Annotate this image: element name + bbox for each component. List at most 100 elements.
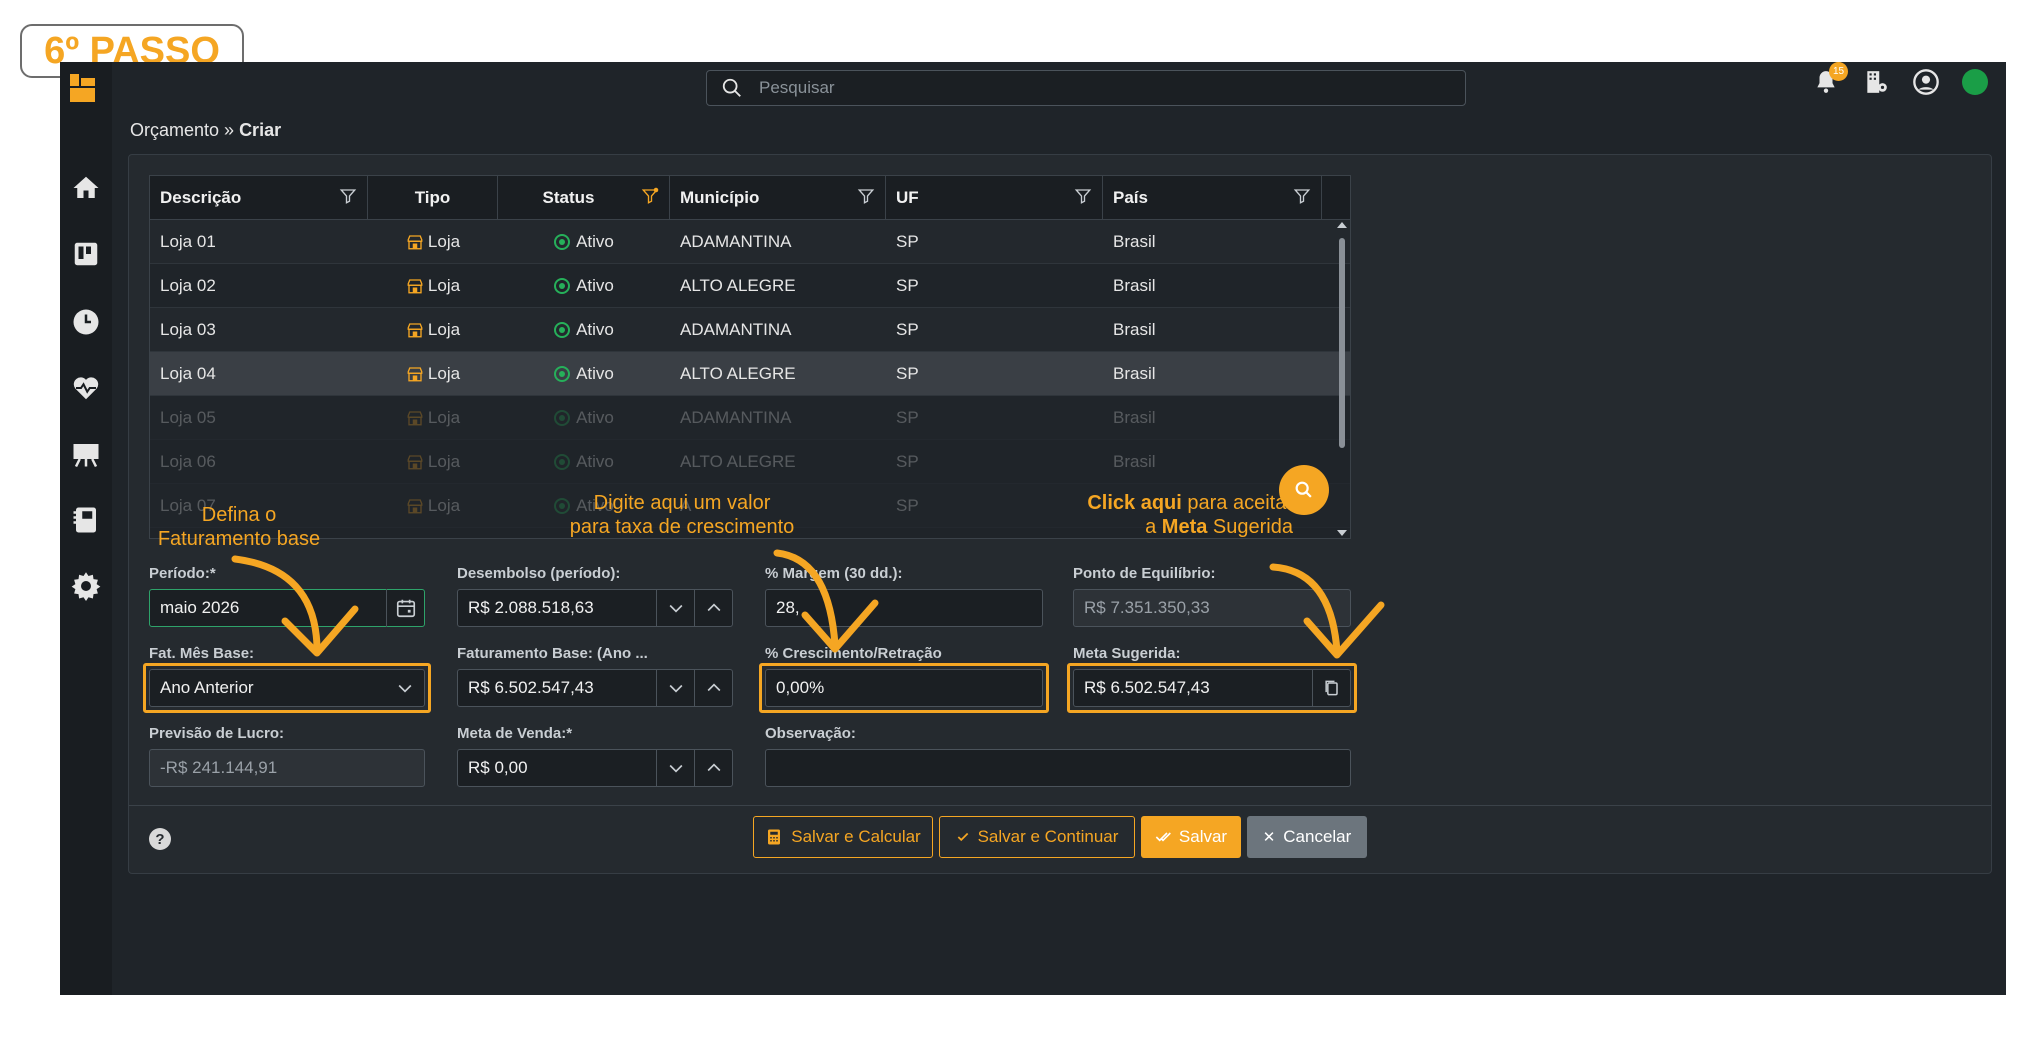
annotation-arrow-faturamento bbox=[231, 555, 359, 657]
cell-uf: SP bbox=[896, 407, 919, 427]
cell-tipo: Loja bbox=[368, 352, 498, 395]
previsao-lucro-field: -R$ 241.144,91 bbox=[149, 749, 425, 787]
cell-pais: Brasil bbox=[1113, 319, 1156, 339]
form-footer: ? Salvar e Calcular Salvar e Continuar S… bbox=[129, 805, 1991, 873]
help-button[interactable]: ? bbox=[149, 828, 171, 850]
grid-scrollbar[interactable] bbox=[1336, 222, 1348, 536]
scrollbar-thumb[interactable] bbox=[1339, 238, 1345, 448]
cell-descricao: Loja 04 bbox=[160, 363, 216, 383]
building-settings-icon[interactable] bbox=[1862, 68, 1890, 96]
desembolso-value[interactable]: R$ 2.088.518,63 bbox=[458, 598, 656, 618]
cell-municipio: ADAMANTINA bbox=[680, 231, 792, 251]
cell-uf: SP bbox=[896, 451, 919, 471]
decrement-button[interactable] bbox=[656, 749, 694, 787]
meta-venda-field[interactable]: R$ 0,00 bbox=[457, 749, 733, 787]
cell-descricao: Loja 05 bbox=[160, 407, 216, 427]
meta-venda-value[interactable]: R$ 0,00 bbox=[458, 758, 656, 778]
store-icon bbox=[407, 498, 423, 513]
cell-tipo: Loja bbox=[368, 220, 498, 263]
desembolso-field[interactable]: R$ 2.088.518,63 bbox=[457, 589, 733, 627]
cell-municipio: ALTO ALEGRE bbox=[680, 451, 796, 471]
cell-pais: Brasil bbox=[1113, 363, 1156, 383]
column-header-uf[interactable]: UF bbox=[886, 176, 1103, 219]
search-box[interactable] bbox=[706, 70, 1466, 106]
store-icon bbox=[407, 410, 423, 425]
home-icon[interactable] bbox=[70, 172, 102, 204]
active-status-icon bbox=[554, 233, 571, 250]
sidebar bbox=[60, 62, 112, 995]
cell-municipio: ALTO ALEGRE bbox=[680, 363, 796, 383]
increment-button[interactable] bbox=[694, 589, 732, 627]
active-status-icon bbox=[554, 365, 571, 382]
column-header-tipo[interactable]: Tipo bbox=[368, 176, 498, 219]
calendar-button[interactable] bbox=[386, 589, 424, 627]
table-row[interactable]: Loja 05 Loja Ativo ADAMANTINA SP Brasil bbox=[150, 396, 1350, 440]
desembolso-label: Desembolso (período): bbox=[457, 565, 621, 582]
salvar-calcular-button[interactable]: Salvar e Calcular bbox=[753, 816, 933, 858]
active-status-icon bbox=[554, 409, 571, 426]
filter-icon[interactable] bbox=[1074, 187, 1092, 205]
gear-icon[interactable] bbox=[70, 570, 102, 602]
salvar-continuar-button[interactable]: Salvar e Continuar bbox=[939, 816, 1135, 858]
cell-pais: Brasil bbox=[1113, 407, 1156, 427]
filter-icon[interactable] bbox=[1293, 187, 1311, 205]
table-row[interactable]: Loja 04 Loja Ativo ALTO ALEGRE SP Brasil bbox=[150, 352, 1350, 396]
user-icon[interactable] bbox=[1912, 68, 1940, 96]
meta-sugerida-label: Meta Sugerida: bbox=[1073, 645, 1181, 662]
cell-descricao: Loja 01 bbox=[160, 231, 216, 251]
cell-status: Ativo bbox=[498, 220, 670, 263]
presentation-icon[interactable] bbox=[70, 438, 102, 470]
increment-button[interactable] bbox=[694, 749, 732, 787]
column-header-status[interactable]: Status bbox=[498, 176, 670, 219]
bell-icon[interactable]: 15 bbox=[1812, 62, 1848, 96]
salvar-button[interactable]: Salvar bbox=[1141, 816, 1241, 858]
annotation-arrow-crescimento bbox=[773, 549, 879, 653]
column-header-pais[interactable]: País bbox=[1103, 176, 1322, 219]
health-icon[interactable] bbox=[70, 372, 102, 404]
table-row[interactable]: Loja 01 Loja Ativo ADAMANTINA SP Brasil bbox=[150, 220, 1350, 264]
chevron-down-icon bbox=[669, 604, 682, 613]
decrement-button[interactable] bbox=[656, 589, 694, 627]
board-icon[interactable] bbox=[70, 238, 102, 270]
highlight-fat-mes-base bbox=[143, 663, 431, 713]
cell-municipio: ADAMANTINA bbox=[680, 407, 792, 427]
filter-active-icon[interactable] bbox=[641, 187, 659, 205]
budget-form-panel: Descrição Tipo Status Município UF País … bbox=[128, 154, 1992, 874]
cell-municipio: ADAMANTINA bbox=[680, 319, 792, 339]
store-icon bbox=[407, 322, 423, 337]
column-header-descricao[interactable]: Descrição bbox=[150, 176, 368, 219]
breadcrumb-parent[interactable]: Orçamento bbox=[130, 120, 219, 140]
cell-status: Ativo bbox=[498, 396, 670, 439]
table-row[interactable]: Loja 02 Loja Ativo ALTO ALEGRE SP Brasil bbox=[150, 264, 1350, 308]
cell-municipio: ALTO ALEGRE bbox=[680, 275, 796, 295]
breadcrumb: Orçamento » Criar bbox=[130, 120, 281, 141]
faturamento-base-label: Faturamento Base: (Ano ... bbox=[457, 645, 648, 662]
cell-uf: SP bbox=[896, 231, 919, 251]
filter-icon[interactable] bbox=[857, 187, 875, 205]
faturamento-base-field[interactable]: R$ 6.502.547,43 bbox=[457, 669, 733, 707]
chevron-up-icon bbox=[707, 603, 720, 612]
cancelar-button[interactable]: ✕ Cancelar bbox=[1247, 816, 1367, 858]
cell-descricao: Loja 06 bbox=[160, 451, 216, 471]
filter-icon[interactable] bbox=[339, 187, 357, 205]
cell-tipo: Loja bbox=[368, 484, 498, 527]
grid-body: Loja 01 Loja Ativo ADAMANTINA SP Brasil Loja 0… bbox=[150, 220, 1350, 528]
app-window: 15 Orçamento » Criar Descrição Tipo Stat… bbox=[60, 62, 2006, 995]
table-row[interactable]: Loja 03 Loja Ativo ADAMANTINA SP Brasil bbox=[150, 308, 1350, 352]
search-input[interactable] bbox=[757, 77, 1437, 99]
book-icon[interactable] bbox=[70, 504, 102, 536]
active-status-icon bbox=[554, 321, 571, 338]
meta-venda-label: Meta de Venda:* bbox=[457, 725, 573, 742]
observacao-field[interactable] bbox=[765, 749, 1351, 787]
column-header-municipio[interactable]: Município bbox=[670, 176, 886, 219]
clock-icon[interactable] bbox=[70, 306, 102, 338]
active-status-icon bbox=[554, 453, 571, 470]
increment-button[interactable] bbox=[694, 669, 732, 707]
faturamento-base-value[interactable]: R$ 6.502.547,43 bbox=[458, 678, 656, 698]
online-status-indicator bbox=[1962, 69, 1988, 95]
table-row[interactable]: Loja 06 Loja Ativo ALTO ALEGRE SP Brasil bbox=[150, 440, 1350, 484]
cell-status: Ativo bbox=[498, 352, 670, 395]
decrement-button[interactable] bbox=[656, 669, 694, 707]
store-icon bbox=[407, 454, 423, 469]
calendar-icon bbox=[396, 599, 415, 618]
